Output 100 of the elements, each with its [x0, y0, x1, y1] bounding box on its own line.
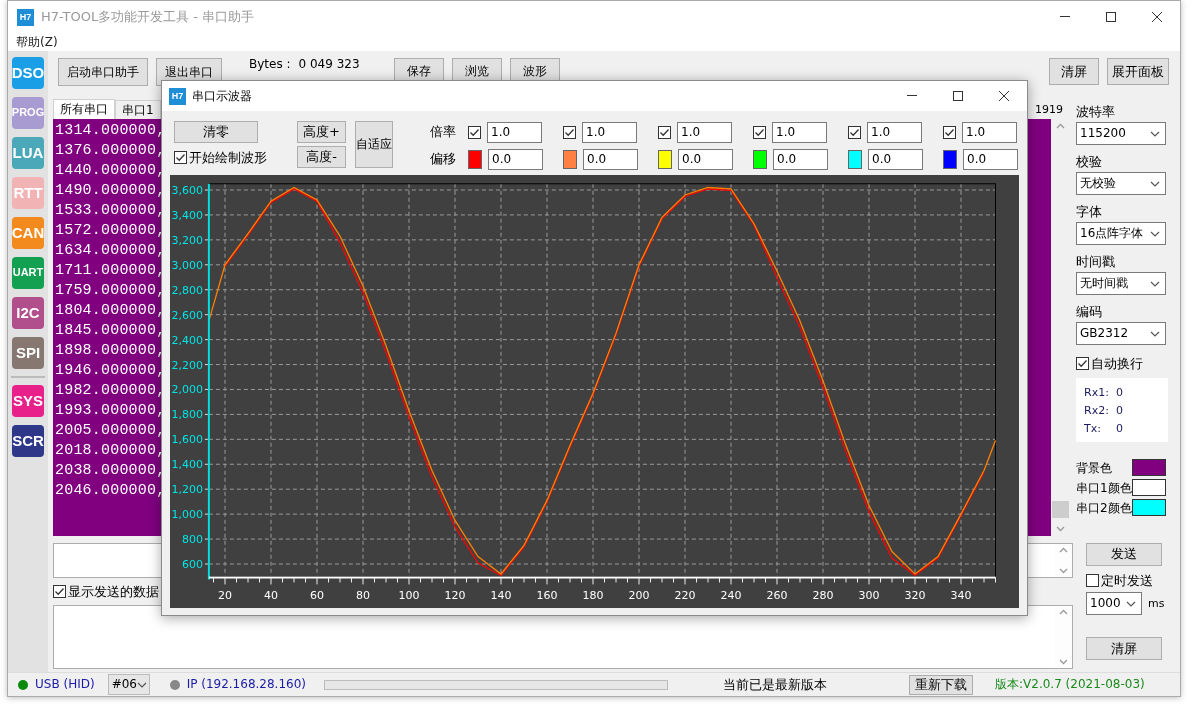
scale-field[interactable]: 1.0: [487, 121, 542, 143]
auto-wrap-checkbox[interactable]: 自动换行: [1076, 356, 1177, 372]
y-tick-label: 1,800: [171, 408, 203, 422]
scroll-up-icon[interactable]: [1058, 547, 1068, 553]
setting-dropdown[interactable]: 无时间戳: [1076, 272, 1166, 295]
offset-field[interactable]: 0.0: [488, 148, 543, 170]
scale-field[interactable]: 1.0: [962, 121, 1017, 143]
x-tick-label: 260: [766, 589, 788, 603]
tool-button[interactable]: SCR: [12, 425, 44, 457]
x-tick-label: 300: [858, 589, 880, 603]
scale-field[interactable]: 1.0: [772, 121, 827, 143]
chevron-down-icon[interactable]: [1150, 180, 1160, 187]
scroll-up-icon[interactable]: [1058, 609, 1068, 615]
receive-line: 2005.000000,: [55, 421, 166, 441]
chevron-down-icon[interactable]: [1150, 130, 1160, 137]
setting-dropdown[interactable]: 115200: [1076, 122, 1166, 145]
scrollbar-thumb[interactable]: [1051, 501, 1069, 518]
y-tick-label: 1,000: [171, 508, 203, 522]
interval-dropdown[interactable]: 1000: [1086, 592, 1142, 616]
channel-checkbox[interactable]: [658, 125, 671, 139]
channel-color-swatch[interactable]: [468, 149, 482, 169]
channel-checkbox[interactable]: [943, 125, 956, 139]
chevron-down-icon[interactable]: [1150, 230, 1160, 237]
channel-checkbox[interactable]: [468, 125, 481, 139]
x-tick-label: 120: [444, 589, 466, 603]
offset-field[interactable]: 0.0: [963, 148, 1018, 170]
reset-button[interactable]: 清零: [174, 121, 258, 143]
maximize-icon[interactable]: [952, 90, 964, 102]
offset-field[interactable]: 0.0: [773, 148, 828, 170]
chevron-down-icon[interactable]: [1150, 330, 1160, 337]
channel-checkbox[interactable]: [563, 125, 576, 139]
chevron-down-icon[interactable]: [136, 681, 147, 688]
setting-dropdown[interactable]: 16点阵字体: [1076, 222, 1166, 245]
tool-button[interactable]: SPI: [12, 337, 44, 369]
receive-line: 2046.000000,: [55, 481, 166, 501]
setting-dropdown[interactable]: GB2312: [1076, 322, 1166, 345]
y-tick-label: 2,400: [171, 333, 203, 347]
chevron-down-icon[interactable]: [1126, 600, 1136, 607]
close-icon[interactable]: [1151, 11, 1163, 23]
channel-checkbox[interactable]: [848, 125, 861, 139]
tool-button[interactable]: SYS: [12, 385, 44, 417]
timer-checkbox[interactable]: 定时发送: [1086, 572, 1177, 589]
receive-line: 1898.000000,: [55, 341, 166, 361]
checkbox-icon[interactable]: [1076, 357, 1089, 371]
port-dropdown[interactable]: #06: [107, 674, 150, 695]
receive-line: 1804.000000,: [55, 301, 166, 321]
tool-button[interactable]: I2C: [12, 297, 44, 329]
offset-field[interactable]: 0.0: [868, 148, 923, 170]
height-button[interactable]: 高度-: [297, 146, 346, 168]
setting-label: 波特率: [1076, 104, 1116, 120]
stat-label: Rx1:: [1084, 384, 1110, 401]
channel-color-swatch[interactable]: [658, 149, 672, 169]
checkbox-icon[interactable]: [174, 151, 187, 165]
version-text: 版本:V2.0.7 (2021-08-03): [995, 677, 1145, 692]
checkbox-icon[interactable]: [53, 585, 66, 598]
panel-button[interactable]: 清屏: [1049, 58, 1099, 85]
setting-dropdown[interactable]: 无校验: [1076, 172, 1166, 195]
color-label: 串口2颜色: [1076, 499, 1132, 516]
scroll-down-icon[interactable]: [1058, 659, 1068, 665]
menu-item[interactable]: 帮助(Z): [16, 33, 58, 51]
color-swatch[interactable]: [1132, 459, 1166, 477]
tab[interactable]: 串口1: [115, 100, 161, 119]
toolbar-button[interactable]: 启动串口助手: [58, 58, 148, 86]
show-sent-checkbox[interactable]: 显示发送的数据: [53, 583, 159, 600]
x-tick-label: 140: [490, 589, 512, 603]
height-button[interactable]: 高度+: [297, 121, 346, 143]
scale-field[interactable]: 1.0: [582, 121, 637, 143]
channel-color-swatch[interactable]: [943, 149, 957, 169]
offset-field[interactable]: 0.0: [678, 148, 733, 170]
channel-color-swatch[interactable]: [753, 149, 767, 169]
channel-color-swatch[interactable]: [848, 149, 862, 169]
scale-field[interactable]: 1.0: [867, 121, 922, 143]
offset-field[interactable]: 0.0: [583, 148, 638, 170]
y-tick-label: 1,400: [171, 458, 203, 472]
checkbox-icon[interactable]: [1086, 573, 1099, 587]
setting-label: 时间戳: [1076, 254, 1116, 270]
status-message: 当前已是最新版本: [723, 676, 827, 693]
y-tick-label: 600: [181, 558, 203, 571]
send-button[interactable]: 发送: [1086, 542, 1162, 566]
tab[interactable]: 所有串口: [53, 99, 115, 119]
draw-checkbox[interactable]: 开始绘制波形: [174, 150, 267, 166]
panel-button[interactable]: 展开面板: [1107, 58, 1169, 85]
redownload-button[interactable]: 重新下载: [909, 674, 973, 695]
x-tick-label: 80: [356, 589, 370, 603]
maximize-icon[interactable]: [1105, 11, 1117, 23]
setting-label: 校验: [1076, 154, 1103, 170]
channel-color-swatch[interactable]: [563, 149, 577, 169]
chevron-down-icon[interactable]: [1150, 280, 1160, 287]
receive-line: 1634.000000,: [55, 241, 166, 261]
color-swatch[interactable]: [1132, 499, 1166, 517]
scroll-down-icon[interactable]: [1058, 568, 1068, 574]
clear-button[interactable]: 清屏: [1086, 637, 1162, 661]
y-tick-label: 1,600: [171, 433, 203, 447]
color-swatch[interactable]: [1132, 479, 1166, 497]
close-icon[interactable]: [998, 90, 1010, 102]
receive-line: 1376.000000,: [55, 141, 166, 161]
scale-field[interactable]: 1.0: [677, 121, 732, 143]
auto-fit-button[interactable]: 自适应: [355, 121, 393, 168]
channel-checkbox[interactable]: [753, 125, 766, 139]
window-title: 串口示波器: [192, 88, 252, 104]
